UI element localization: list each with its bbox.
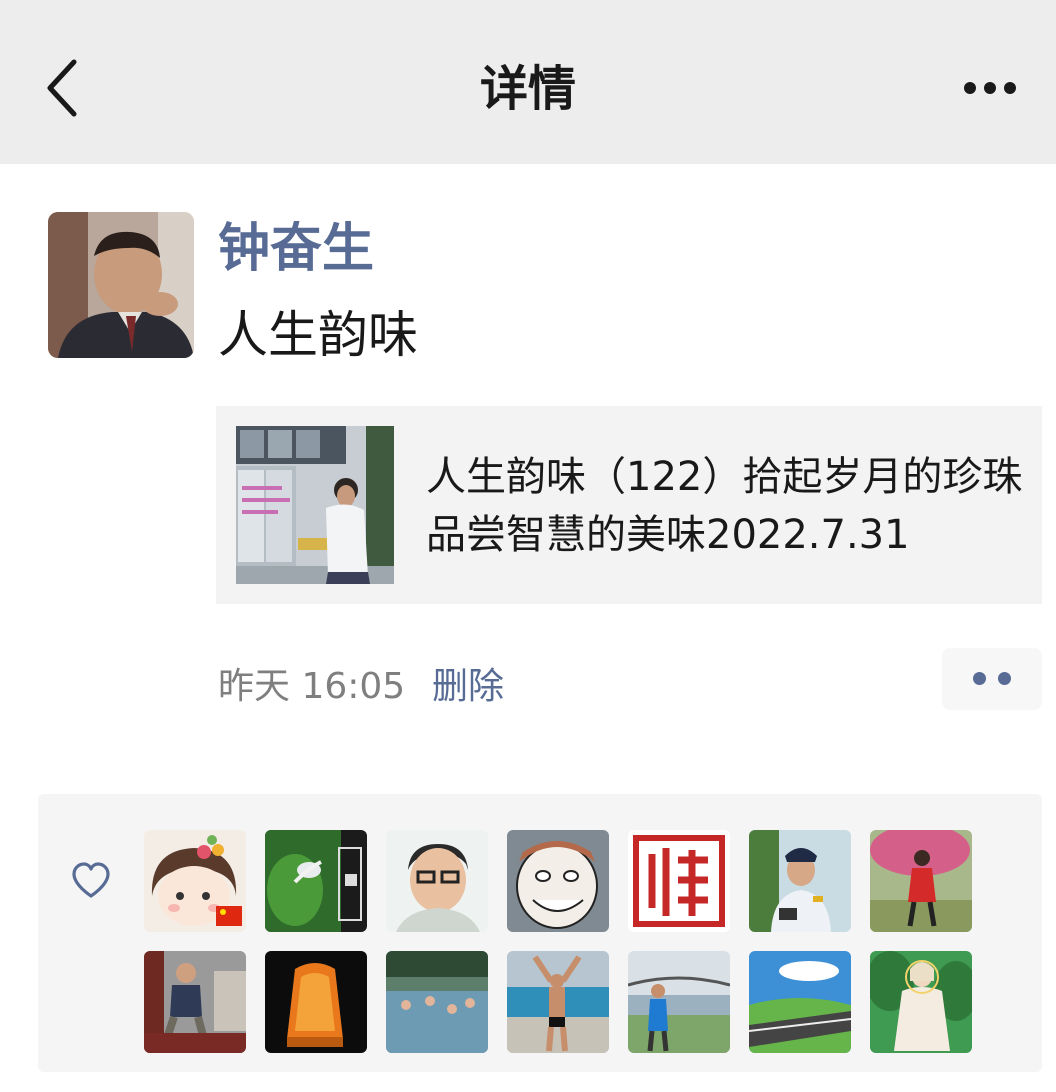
liker-avatar[interactable] — [749, 951, 851, 1053]
link-title: 人生韵味（122）拾起岁月的珍珠 品尝智慧的美味2022.7.31 — [426, 454, 1023, 558]
author-name[interactable]: 钟奋生 — [218, 216, 374, 282]
likes-section — [38, 794, 1042, 1072]
liker-avatar[interactable] — [265, 951, 367, 1053]
navigation-bar: 详情 — [0, 0, 1056, 164]
liker-avatar[interactable] — [265, 830, 367, 932]
liker-avatar[interactable] — [870, 951, 972, 1053]
two-dots-icon — [973, 672, 986, 685]
post-text: 人生韵味 — [218, 306, 418, 364]
liker-avatar[interactable] — [507, 830, 609, 932]
shared-link-card[interactable]: 人生韵味（122）拾起岁月的珍珠 品尝智慧的美味2022.7.31 — [216, 406, 1042, 604]
liker-avatar[interactable] — [507, 951, 609, 1053]
liker-avatar[interactable] — [386, 830, 488, 932]
more-options-button[interactable] — [950, 68, 1030, 108]
liker-avatar[interactable] — [749, 830, 851, 932]
author-avatar[interactable] — [48, 212, 194, 358]
liker-avatar[interactable] — [144, 951, 246, 1053]
post-timestamp: 昨天 16:05 — [218, 666, 406, 707]
ellipsis-icon — [964, 82, 976, 94]
like-comment-button[interactable] — [942, 648, 1042, 710]
liker-avatar[interactable] — [628, 830, 730, 932]
delete-link[interactable]: 删除 — [432, 664, 504, 710]
link-thumbnail — [236, 426, 394, 584]
liker-avatar[interactable] — [628, 951, 730, 1053]
heart-outline-icon — [72, 862, 110, 898]
page-title: 详情 — [479, 61, 576, 117]
liker-avatar[interactable] — [386, 951, 488, 1053]
liker-avatar[interactable] — [144, 830, 246, 932]
liker-avatar[interactable] — [870, 830, 972, 932]
